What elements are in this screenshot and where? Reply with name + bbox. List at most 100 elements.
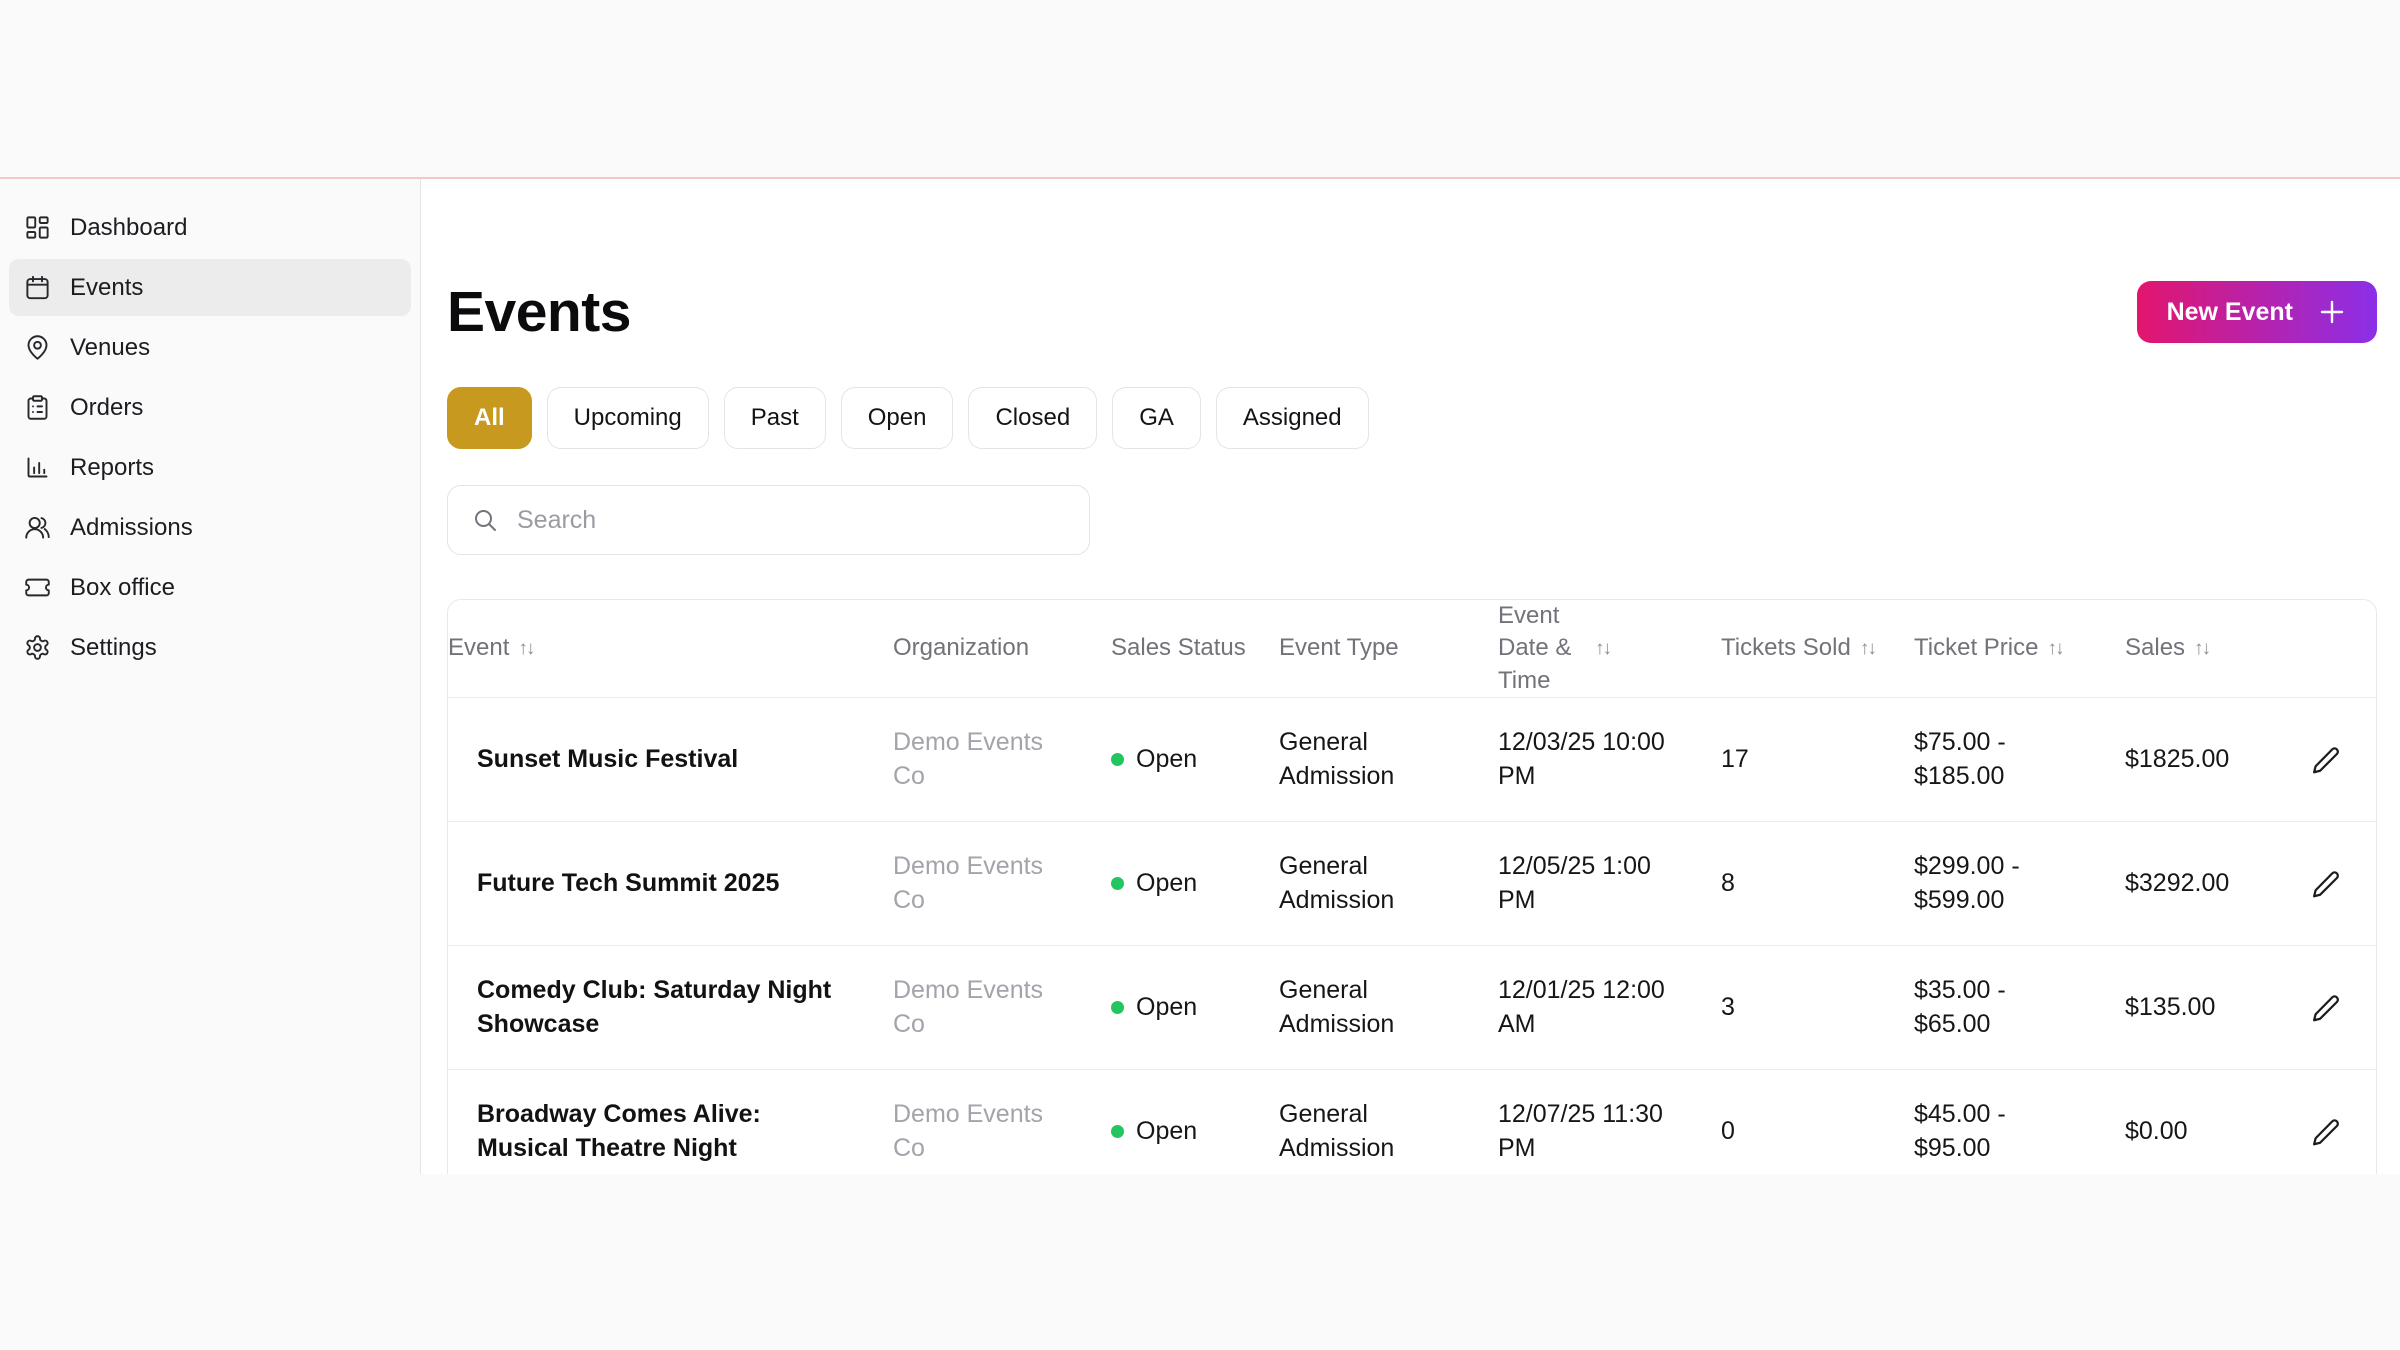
ticket-price-cell: $45.00 - $95.00 [1914,1099,2006,1162]
column-header-tickets-sold[interactable]: Tickets Sold ↑↓ [1721,632,1914,664]
page-header: Events New Event [447,279,2377,345]
table-row-comedy-club-saturday-night-showcase[interactable]: Comedy Club: Saturday Night Showcase Dem… [448,945,2376,1070]
column-header-label: Sales [2125,634,2186,662]
tickets-sold-cell: 8 [1721,868,1735,897]
filter-chip-ga[interactable]: GA [1112,387,1201,449]
sidebar-item-box-office[interactable]: Box office [9,559,411,616]
row-actions-cell [2301,863,2376,905]
organization-cell: Demo Events Co [893,851,1044,914]
page-title: Events [447,280,631,344]
column-header-organization: Organization [893,632,1111,664]
organization-cell: Demo Events Co [893,975,1044,1038]
status-label: Open [1136,1116,1198,1145]
row-actions-cell [2301,987,2376,1029]
status-dot [1111,1125,1124,1139]
edit-event-button[interactable] [2305,739,2347,781]
sidebar-item-label: Events [70,273,144,301]
event-datetime-cell: 12/03/25 10:00 PM [1498,727,1665,790]
dashboard-icon [24,214,51,241]
column-header-event-type: Event Type [1279,632,1498,664]
sales-cell: $3292.00 [2125,868,2230,897]
sidebar-item-events[interactable]: Events [9,259,411,316]
column-header-label: Event Type [1279,634,1399,662]
ticket-price-cell: $75.00 - $185.00 [1914,727,2006,790]
table-row-future-tech-summit-2025[interactable]: Future Tech Summit 2025 Demo Events Co O… [448,821,2376,946]
sidebar-item-label: Admissions [70,513,193,541]
clipboard-icon [24,394,51,421]
app-window: Dashboard Events Venues Orders Reports A… [0,177,2400,1174]
column-header-label: Sales Status [1111,634,1246,662]
filter-chip-closed[interactable]: Closed [968,387,1098,449]
sales-cell: $135.00 [2125,992,2216,1021]
table-row-sunset-music-festival[interactable]: Sunset Music Festival Demo Events Co Ope… [448,697,2376,822]
event-datetime-cell: 12/05/25 1:00 PM [1498,851,1651,914]
status-label: Open [1136,744,1198,773]
filter-chip-open[interactable]: Open [840,387,954,449]
search-box[interactable] [447,485,1090,555]
event-type-cell: General Admission [1279,727,1395,790]
search-input[interactable] [515,504,1069,536]
new-event-button[interactable]: New Event [2136,281,2377,343]
event-type-cell: General Admission [1279,1099,1395,1162]
calendar-icon [24,274,51,301]
event-type-cell: General Admission [1279,851,1395,914]
ticket-price-cell: $35.00 - $65.00 [1914,975,2006,1038]
filter-chip-past[interactable]: Past [723,387,826,449]
table-header-row: Event ↑↓ Organization Sales Status Event… [448,600,2376,698]
sales-cell: $1825.00 [2125,744,2230,773]
filter-chip-upcoming[interactable]: Upcoming [546,387,709,449]
organization-cell: Demo Events Co [893,727,1044,790]
column-header-event-date-time[interactable]: Event Date & Time ↑↓ [1498,600,1721,697]
sidebar-item-reports[interactable]: Reports [9,439,411,496]
sales-cell: $0.00 [2125,1116,2188,1145]
table-body: Sunset Music Festival Demo Events Co Ope… [448,697,2376,1174]
search-icon [472,507,498,533]
sales-status-cell: Open [1111,1115,1279,1149]
sort-icon: ↑↓ [518,637,535,659]
column-header-sales[interactable]: Sales ↑↓ [2125,632,2301,664]
pencil-icon [2311,869,2341,899]
sidebar-item-dashboard[interactable]: Dashboard [9,199,411,256]
sidebar-item-label: Dashboard [70,213,188,241]
status-label: Open [1136,992,1198,1021]
plus-icon [2317,297,2347,327]
filter-chip-bar: All Upcoming Past Open Closed GA Assigne… [447,387,2377,449]
sidebar-item-admissions[interactable]: Admissions [9,499,411,556]
status-label: Open [1136,868,1198,897]
column-header-label: Event Date & Time [1498,602,1572,694]
sidebar-item-label: Orders [70,393,144,421]
event-datetime-cell: 12/01/25 12:00 AM [1498,975,1665,1038]
sidebar-item-label: Box office [70,573,175,601]
sidebar-item-label: Venues [70,333,151,361]
column-header-event[interactable]: Event ↑↓ [448,632,893,664]
sidebar-item-orders[interactable]: Orders [9,379,411,436]
top-band [0,0,2400,177]
events-table: Event ↑↓ Organization Sales Status Event… [447,599,2377,1174]
filter-chip-all[interactable]: All [447,387,532,449]
column-header-label: Ticket Price [1914,634,2039,662]
column-header-ticket-price[interactable]: Ticket Price ↑↓ [1914,632,2125,664]
event-type-cell: General Admission [1279,975,1395,1038]
tickets-sold-cell: 17 [1721,744,1749,773]
gear-icon [24,634,51,661]
bar-chart-icon [24,454,51,481]
ticket-icon [24,574,51,601]
sort-icon: ↑↓ [1859,637,1877,659]
sidebar-item-settings[interactable]: Settings [9,619,411,676]
sidebar-item-venues[interactable]: Venues [9,319,411,376]
organization-cell: Demo Events Co [893,1099,1044,1162]
column-header-label: Organization [893,634,1030,662]
row-actions-cell [2301,1111,2376,1153]
edit-event-button[interactable] [2305,1111,2347,1153]
table-row-broadway-comes-alive-musical-theatre-night[interactable]: Broadway Comes Alive: Musical Theatre Ni… [448,1069,2376,1174]
filter-chip-assigned[interactable]: Assigned [1215,387,1369,449]
event-name-cell: Comedy Club: Saturday Night Showcase [477,975,832,1038]
edit-event-button[interactable] [2305,987,2347,1029]
pencil-icon [2311,1117,2341,1147]
sort-icon: ↑↓ [1595,637,1612,659]
row-actions-cell [2301,739,2376,781]
status-dot [1111,877,1124,891]
edit-event-button[interactable] [2305,863,2347,905]
ticket-price-cell: $299.00 - $599.00 [1914,851,2020,914]
tickets-sold-cell: 0 [1721,1116,1735,1145]
